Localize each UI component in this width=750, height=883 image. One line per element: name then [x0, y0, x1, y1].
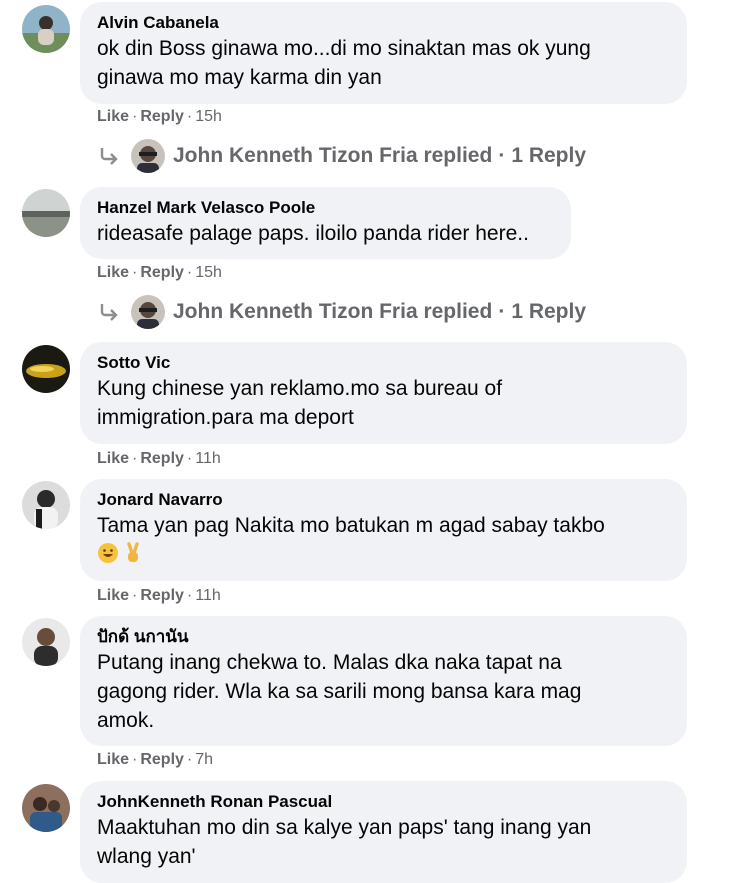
comment-bubble: ปักด้ นกานัน Putang inang chekwa to. Mal…: [80, 616, 687, 746]
comment-text-line: Tama yan pag Nakita mo batukan m agad sa…: [97, 514, 605, 537]
comment-text-line: gagong rider. Wla ka sa sarili mong bans…: [97, 680, 582, 703]
avatar[interactable]: [22, 481, 70, 529]
avatar[interactable]: [22, 618, 70, 666]
like-button[interactable]: Like: [97, 264, 129, 281]
avatar[interactable]: [22, 189, 70, 237]
comment-bubble: Alvin Cabanela ok din Boss ginawa mo...d…: [80, 2, 687, 104]
comment-text-line: rideasafe palage paps. iloilo panda ride…: [97, 222, 529, 245]
comment-author[interactable]: Sotto Vic: [97, 352, 670, 374]
comment-text-line: ok din Boss ginawa mo...di mo sinaktan m…: [97, 37, 591, 60]
view-replies-link[interactable]: John Kenneth Tizon Fria replied · 1 Reply: [97, 138, 586, 174]
replier-name: John Kenneth Tizon Fria replied: [173, 144, 493, 167]
avatar[interactable]: [22, 345, 70, 393]
avatar[interactable]: [22, 5, 70, 53]
comment-bubble: Sotto Vic Kung chinese yan reklamo.mo sa…: [80, 342, 687, 444]
timestamp[interactable]: 15h: [195, 108, 222, 125]
reply-count: 1 Reply: [511, 300, 587, 323]
comment-text-line: amok.: [97, 709, 155, 732]
replier-avatar: [131, 295, 165, 329]
comment-text-line: immigration.para ma deport: [97, 406, 354, 429]
victory-hand-emoji: [122, 542, 144, 564]
like-button[interactable]: Like: [97, 751, 129, 768]
comment-text-line: Kung chinese yan reklamo.mo sa bureau of: [97, 377, 503, 400]
like-button[interactable]: Like: [97, 587, 129, 604]
timestamp[interactable]: 7h: [195, 751, 213, 768]
comment-author[interactable]: Hanzel Mark Velasco Poole: [97, 197, 554, 219]
comment-emoji-line: [97, 540, 670, 569]
reply-count: 1 Reply: [511, 144, 587, 167]
reply-arrow-icon: [100, 148, 118, 165]
reply-button[interactable]: Reply: [140, 450, 184, 467]
reply-button[interactable]: Reply: [140, 751, 184, 768]
replier-name: John Kenneth Tizon Fria replied: [173, 300, 493, 323]
comment-text-line: Putang inang chekwa to. Malas dka naka t…: [97, 651, 562, 674]
like-button[interactable]: Like: [97, 108, 129, 125]
timestamp[interactable]: 15h: [195, 264, 222, 281]
grinning-face-emoji: [97, 542, 119, 564]
replier-avatar: [131, 139, 165, 173]
comment-text-line: wlang yan': [97, 845, 196, 868]
reply-button[interactable]: Reply: [140, 264, 184, 281]
avatar[interactable]: [22, 784, 70, 832]
comment-bubble: JohnKenneth Ronan Pascual Maaktuhan mo d…: [80, 781, 687, 883]
timestamp[interactable]: 11h: [195, 450, 221, 467]
comment-bubble: Hanzel Mark Velasco Poole rideasafe pala…: [80, 187, 571, 259]
view-replies-link[interactable]: John Kenneth Tizon Fria replied · 1 Reply: [97, 294, 586, 330]
comment-actions: Like · Reply · 15h: [97, 264, 222, 281]
comment-bubble: Jonard Navarro Tama yan pag Nakita mo ba…: [80, 479, 687, 581]
like-button[interactable]: Like: [97, 450, 129, 467]
reply-button[interactable]: Reply: [140, 108, 184, 125]
comment-actions: Like · Reply · 7h: [97, 751, 214, 768]
reply-arrow-icon: [100, 304, 118, 321]
comment-actions: Like · Reply · 11h: [97, 450, 221, 467]
timestamp[interactable]: 11h: [195, 587, 221, 604]
comment-text-line: ginawa mo may karma din yan: [97, 66, 382, 89]
comment-actions: Like · Reply · 15h: [97, 108, 222, 125]
comment-actions: Like · Reply · 11h: [97, 587, 221, 604]
comment-author[interactable]: ปักด้ นกานัน: [97, 626, 670, 648]
comment-author[interactable]: Alvin Cabanela: [97, 12, 670, 34]
comment-text-line: Maaktuhan mo din sa kalye yan paps' tang…: [97, 816, 592, 839]
reply-button[interactable]: Reply: [140, 587, 184, 604]
comment-author[interactable]: JohnKenneth Ronan Pascual: [97, 791, 670, 813]
comment-author[interactable]: Jonard Navarro: [97, 489, 670, 511]
